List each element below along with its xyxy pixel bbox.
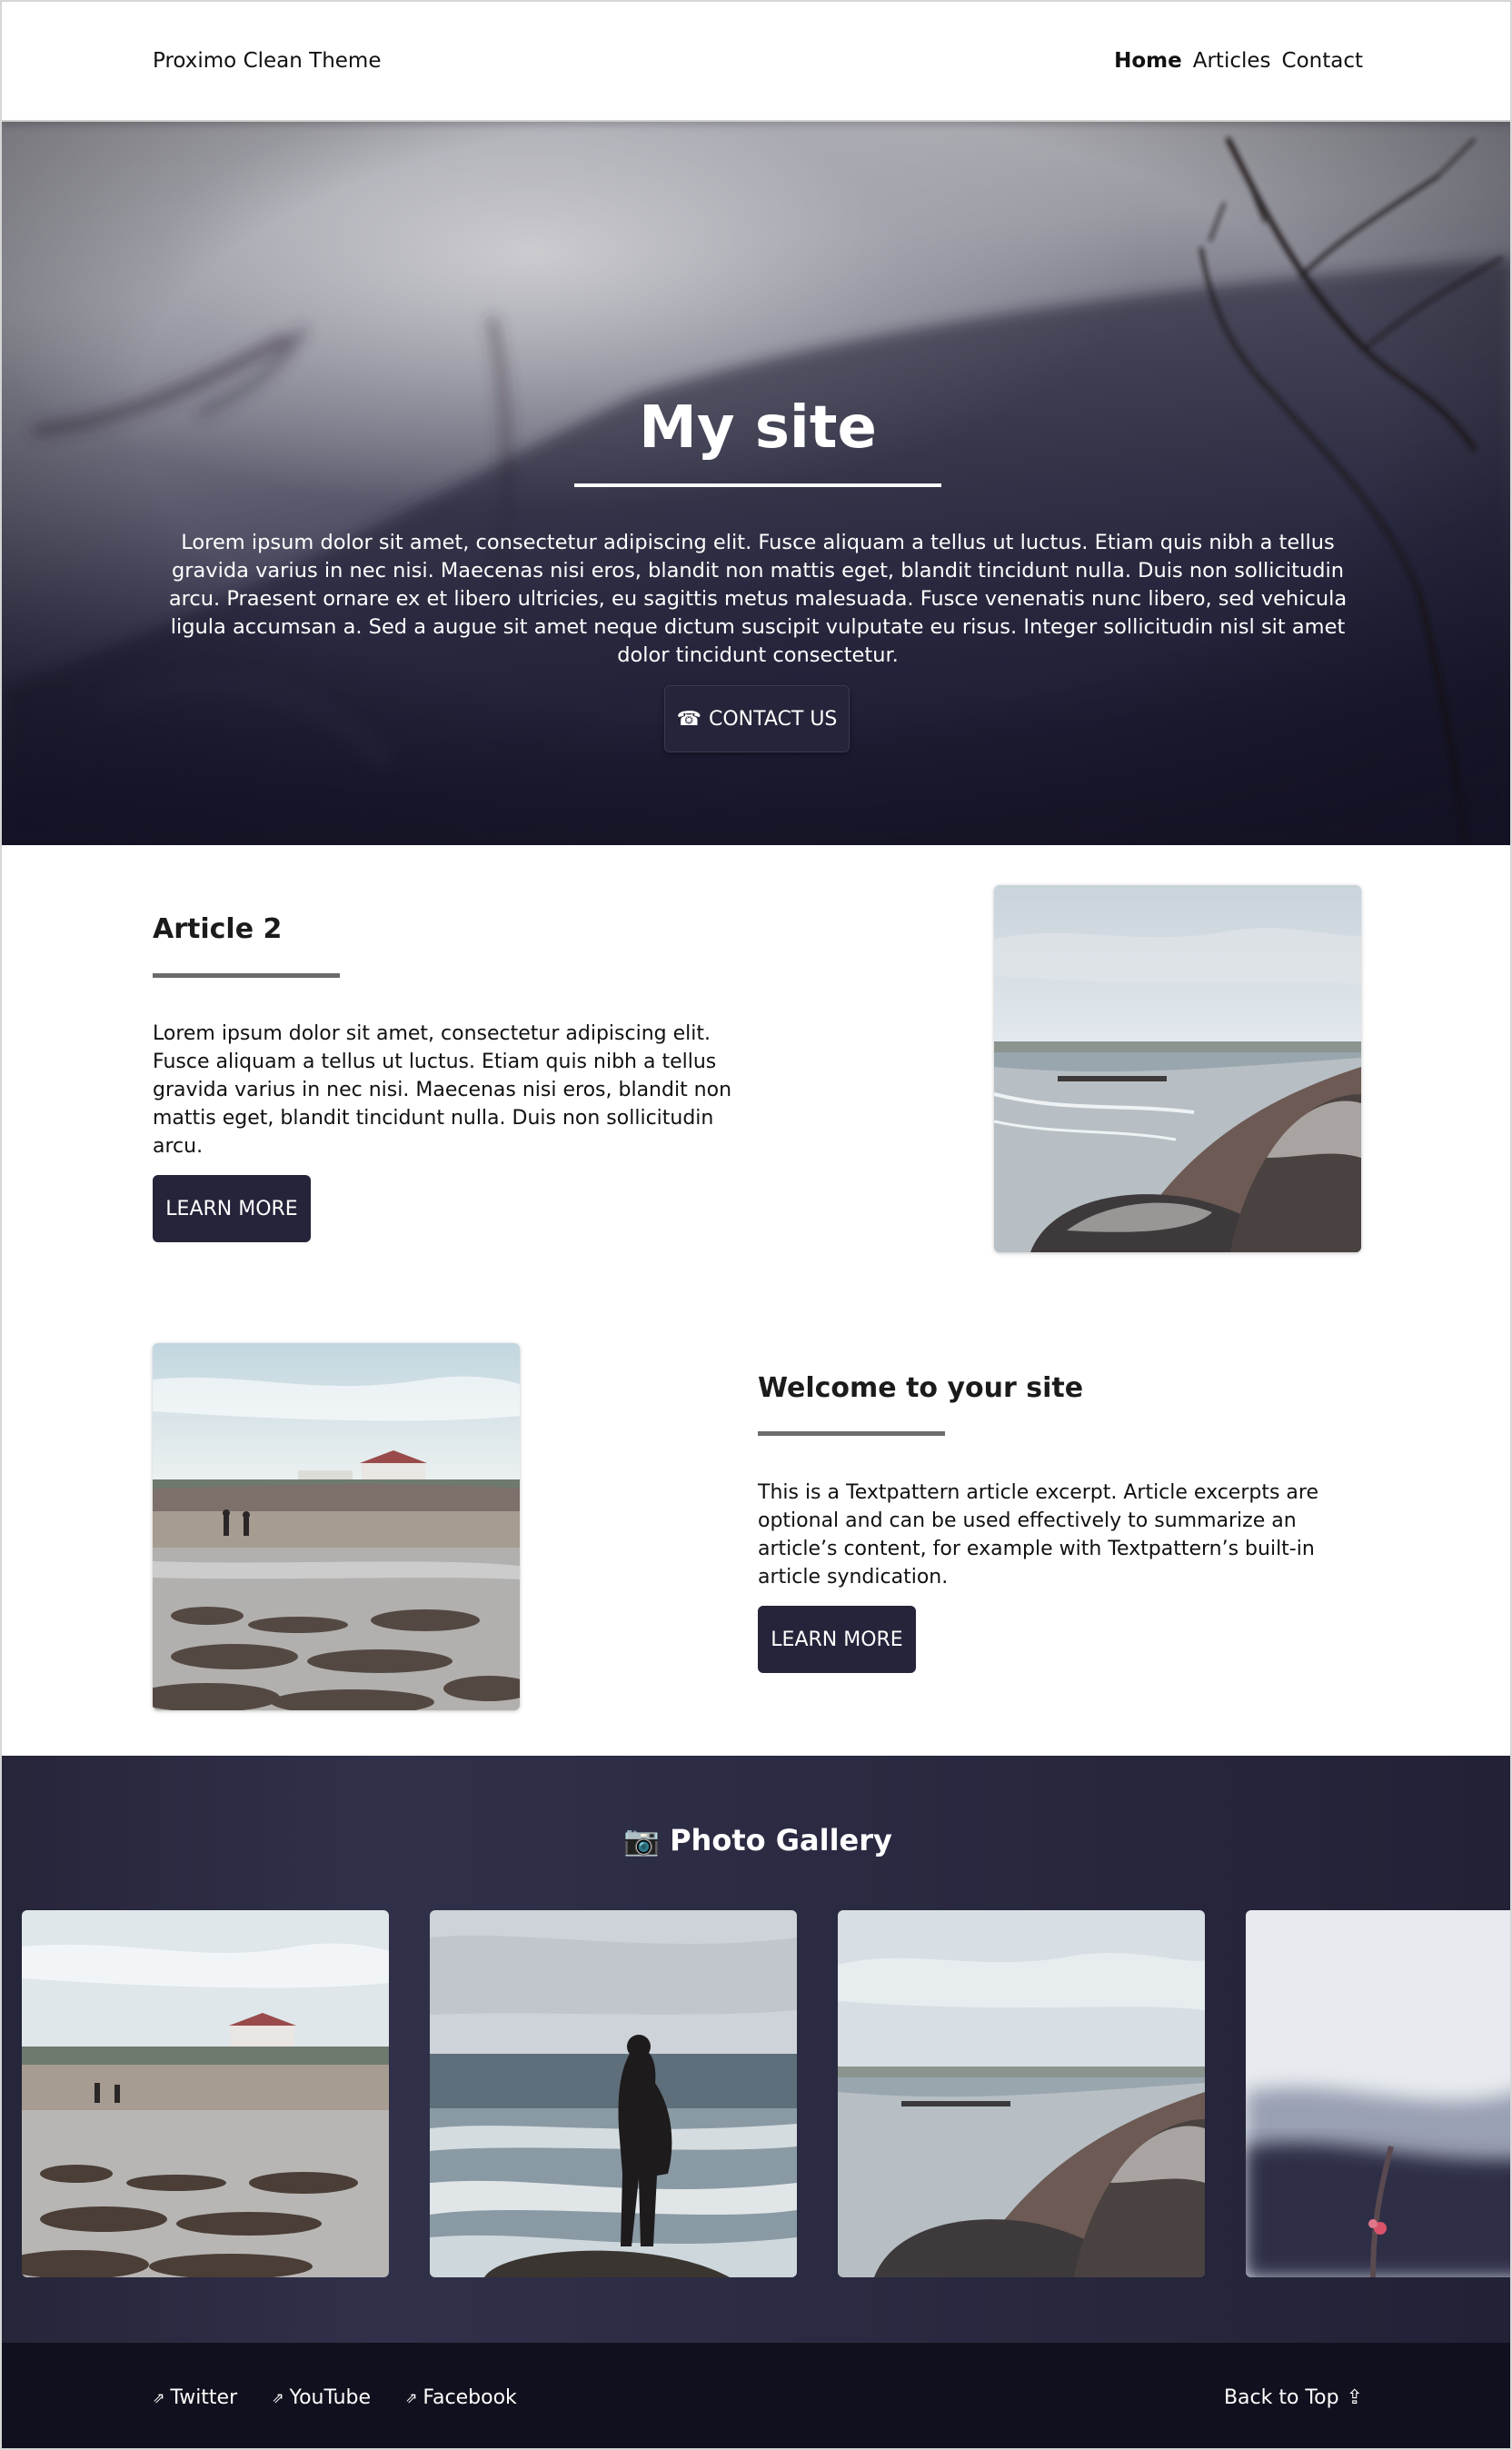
photo-gallery-section: 📷 Photo Gallery (2, 1756, 1510, 2343)
external-link-icon: ⇗ (405, 2389, 418, 2406)
hero-title: My site (639, 394, 877, 462)
contact-us-button[interactable]: ☎ CONTACT US (664, 685, 850, 752)
welcome-article-excerpt: This is a Textpattern article excerpt. A… (758, 1481, 1318, 1589)
nav-home-link[interactable]: Home (1114, 49, 1182, 73)
welcome-article-divider (758, 1431, 945, 1436)
gallery-title: Photo Gallery (670, 1823, 892, 1857)
hero-section: My site Lorem ipsum dolor sit amet, cons… (2, 122, 1510, 845)
social-links: ⇗ Twitter ⇗ YouTube ⇗ Facebook (153, 2386, 517, 2409)
youtube-label: YouTube (289, 2386, 372, 2409)
camera-icon: 📷 (623, 1823, 660, 1857)
gallery-photo-blurred-flower[interactable] (1246, 1910, 1510, 2277)
article-2-excerpt: Lorem ipsum dolor sit amet, consectetur … (153, 1022, 732, 1158)
nav-contact-link[interactable]: Contact (1282, 49, 1363, 73)
gallery-photo-beach-walkers[interactable] (22, 1910, 389, 2277)
external-link-icon: ⇗ (153, 2389, 165, 2406)
back-to-top-link[interactable]: Back to Top ⇪ (1224, 2386, 1363, 2409)
hero-paragraph: Lorem ipsum dolor sit amet, consectetur … (168, 531, 1348, 667)
page-frame: Proximo Clean Theme Home Articles Contac… (0, 0, 1512, 2450)
nav-articles-link[interactable]: Articles (1193, 49, 1271, 73)
site-brand[interactable]: Proximo Clean Theme (153, 49, 381, 73)
twitter-link[interactable]: ⇗ Twitter (153, 2386, 237, 2409)
article-2-divider (153, 973, 340, 978)
external-link-icon: ⇗ (272, 2389, 284, 2406)
facebook-label: Facebook (423, 2386, 517, 2409)
article-2-learn-more-button[interactable]: LEARN MORE (153, 1175, 311, 1242)
site-footer: ⇗ Twitter ⇗ YouTube ⇗ Facebook Back to T… (2, 2343, 1510, 2448)
twitter-label: Twitter (170, 2386, 238, 2409)
facebook-link[interactable]: ⇗ Facebook (405, 2386, 517, 2409)
gallery-heading: 📷 Photo Gallery (2, 1823, 1510, 1857)
main-nav: Home Articles Contact (1114, 49, 1363, 73)
back-to-top-label: Back to Top (1223, 2386, 1339, 2409)
hero-title-divider (574, 483, 941, 487)
beach-rocks-photo[interactable] (994, 885, 1361, 1252)
beach-walkers-photo[interactable] (153, 1343, 520, 1710)
welcome-article-learn-more-button[interactable]: LEARN MORE (758, 1606, 916, 1673)
arrow-up-icon: ⇪ (1346, 2386, 1363, 2409)
gallery-photo-person-by-sea[interactable] (430, 1910, 797, 2277)
youtube-link[interactable]: ⇗ YouTube (272, 2386, 371, 2409)
article-2-title[interactable]: Article 2 (153, 913, 282, 945)
contact-us-label: CONTACT US (709, 707, 838, 731)
gallery-photo-beach-rocks[interactable] (838, 1910, 1205, 2277)
phone-icon: ☎ (676, 707, 701, 731)
site-header: Proximo Clean Theme Home Articles Contac… (2, 2, 1510, 122)
welcome-article-title[interactable]: Welcome to your site (758, 1372, 1083, 1404)
